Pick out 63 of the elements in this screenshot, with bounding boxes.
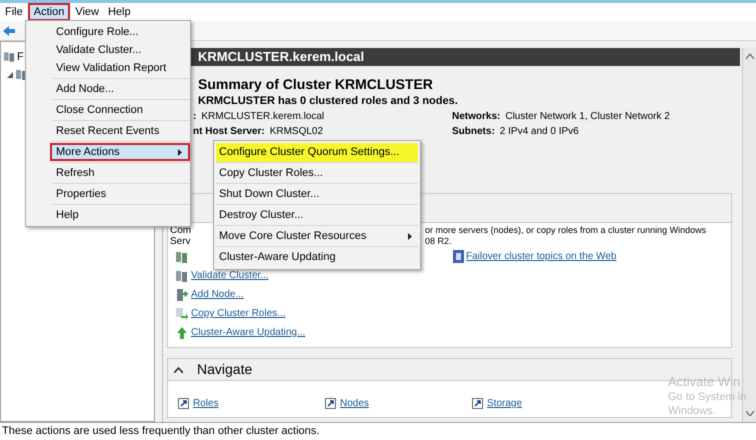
summary-subtitle: KRMCLUSTER has 0 clustered roles and 3 nodes. <box>198 94 459 109</box>
submenu-arrow-icon <box>178 148 182 156</box>
detail-value: Cluster Network 1, Cluster Network 2 <box>505 111 670 123</box>
copy-arrow-icon <box>175 306 189 320</box>
menu-item[interactable]: Add Node... <box>50 80 190 98</box>
scroll-down-icon[interactable] <box>746 411 754 416</box>
link[interactable]: Cluster-Aware Updating... <box>191 325 306 340</box>
help-book-icon <box>453 250 464 263</box>
menu-item[interactable]: Reset Recent Events <box>50 122 190 140</box>
cluster-icon <box>3 50 16 64</box>
navigate-title: Navigate <box>197 360 252 379</box>
detail-label: Networks: <box>452 111 500 123</box>
summary-title: Summary of Cluster KRMCLUSTER <box>198 75 434 93</box>
collapse-chevron-icon[interactable] <box>174 366 183 372</box>
menu-item[interactable]: View Validation Report <box>50 59 190 77</box>
panel-text: or more servers (nodes), or copy roles from a cluster running Windows <box>425 225 706 236</box>
menu-item[interactable]: Cluster-Aware Updating <box>216 248 418 267</box>
tree-item[interactable]: F <box>17 48 24 66</box>
menu-item[interactable]: Shut Down Cluster... <box>216 185 418 204</box>
menu-item[interactable]: Copy Cluster Roles... <box>216 164 418 183</box>
menu-item[interactable]: Configure Role... <box>50 23 190 41</box>
server-plus-icon <box>175 288 189 302</box>
detail-value: KRMSQL02 <box>270 126 324 138</box>
menu-item[interactable]: Help <box>50 206 190 224</box>
link[interactable]: Nodes <box>340 396 369 411</box>
menu-item[interactable]: Properties <box>50 185 190 203</box>
activation-notice: Activate Win <box>668 374 740 390</box>
detail-value: 2 IPv4 and 0 IPv6 <box>500 126 579 138</box>
detail-label: Subnets: <box>452 126 495 138</box>
server-rack-icon <box>175 268 189 282</box>
header-title: KRMCLUSTER.kerem.local <box>198 48 364 66</box>
menu-bar-item[interactable]: View <box>71 3 103 21</box>
menu-item[interactable]: Configure Cluster Quorum Settings... <box>216 143 418 162</box>
shortcut-icon <box>325 398 336 409</box>
menu-item[interactable]: Validate Cluster... <box>50 41 190 59</box>
menu-item[interactable]: More Actions <box>50 143 190 161</box>
menu-bar-item[interactable]: File <box>1 3 27 21</box>
web-link[interactable]: Failover cluster topics on the Web <box>466 249 616 264</box>
menu-item[interactable]: Close Connection <box>50 101 190 119</box>
expand-triangle-icon[interactable] <box>7 72 13 78</box>
up-arrow-icon <box>175 326 189 340</box>
activation-notice: Windows. <box>668 404 716 418</box>
panel-text: 08 R2. <box>425 236 452 247</box>
back-arrow-icon[interactable] <box>2 24 16 36</box>
link[interactable]: Validate Cluster... <box>191 268 269 283</box>
detail-label: nt Host Server: <box>193 126 265 138</box>
menu-item[interactable]: Refresh <box>50 164 190 182</box>
link[interactable]: Storage <box>487 396 522 411</box>
cluster-icon <box>175 250 189 264</box>
submenu-arrow-icon <box>408 233 412 240</box>
detail-label: : <box>193 111 196 123</box>
link[interactable]: Add Node... <box>191 287 244 302</box>
shortcut-icon <box>472 398 483 409</box>
menu-bar-item[interactable]: Help <box>104 3 135 21</box>
status-text: These actions are used less frequently than other cluster actions. <box>2 424 320 440</box>
shortcut-icon <box>178 398 189 409</box>
menu-item[interactable]: Move Core Cluster Resources <box>216 227 418 246</box>
panel-text: Serv <box>170 236 191 247</box>
scroll-up-icon[interactable] <box>746 54 754 59</box>
link[interactable]: Roles <box>193 396 219 411</box>
detail-value: KRMCLUSTER.kerem.local <box>201 111 324 123</box>
menu-bar-item[interactable]: Action <box>28 3 70 21</box>
link[interactable]: Copy Cluster Roles... <box>191 306 286 321</box>
